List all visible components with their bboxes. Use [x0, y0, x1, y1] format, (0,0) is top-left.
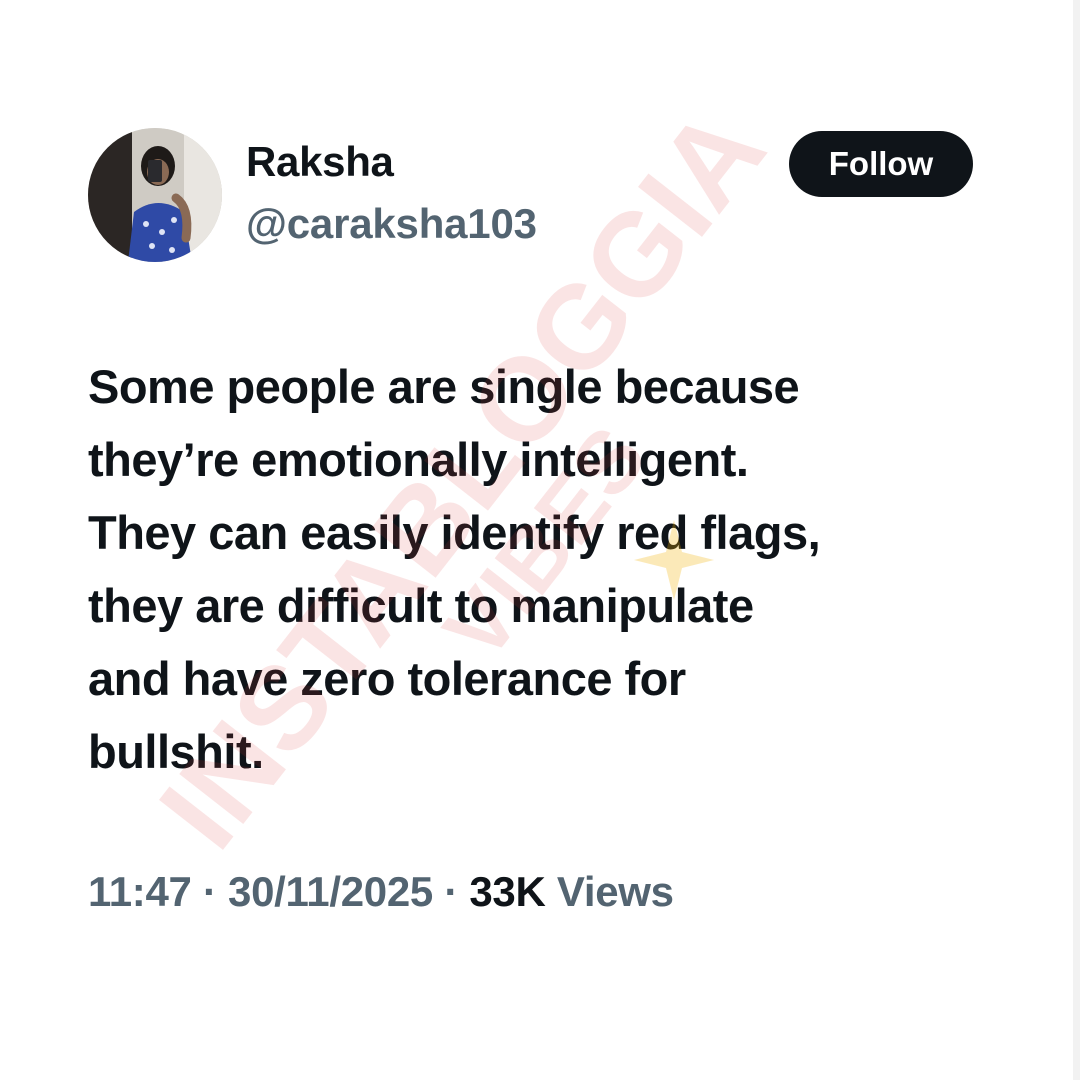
views-label: Views: [556, 868, 674, 915]
separator-dot: ·: [444, 868, 458, 915]
views-count: 33K: [469, 868, 546, 915]
tweet-meta: 11:47 · 30/11/2025 · 33K Views: [88, 868, 674, 916]
display-name[interactable]: Raksha: [246, 138, 394, 186]
avatar-photo: [88, 128, 222, 262]
right-edge-strip: [1073, 0, 1080, 1080]
tweet-date[interactable]: 30/11/2025: [228, 868, 433, 915]
tweet-time[interactable]: 11:47: [88, 868, 192, 915]
user-handle[interactable]: @caraksha103: [246, 200, 537, 248]
separator-dot: ·: [202, 868, 217, 915]
tweet-text: Some people are single because they’re e…: [88, 360, 821, 778]
avatar[interactable]: [88, 128, 222, 262]
follow-button[interactable]: Follow: [789, 131, 973, 197]
